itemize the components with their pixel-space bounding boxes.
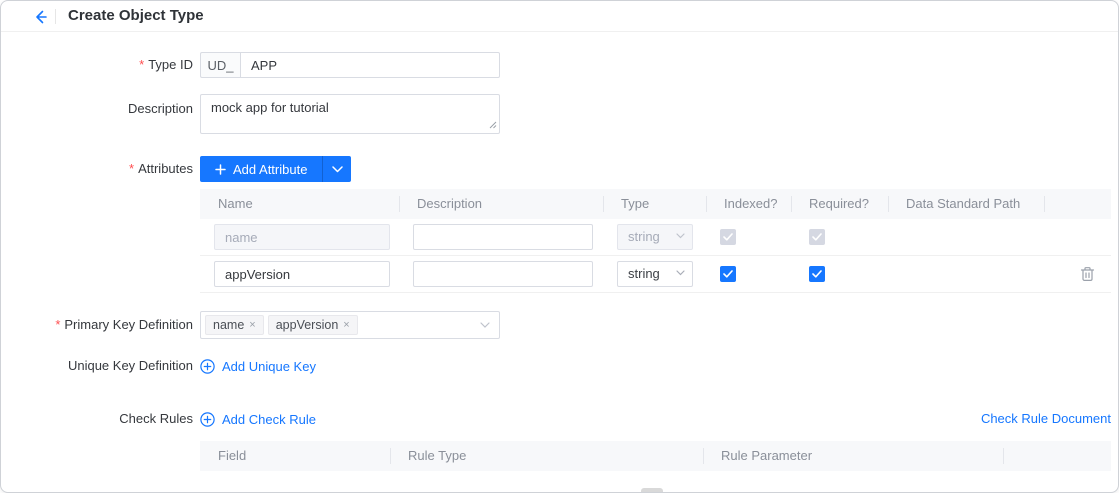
page-header: Create Object Type <box>1 1 1118 32</box>
required-checkbox <box>809 229 825 245</box>
chevron-down-icon <box>480 322 490 329</box>
check-icon <box>723 233 733 241</box>
attribute-type-select[interactable]: string <box>617 261 693 287</box>
attribute-description-input[interactable] <box>413 261 593 287</box>
selected-tag: name × <box>205 315 264 335</box>
attributes-table: Name Description Type Indexed? Required?… <box>200 189 1111 293</box>
tag-remove-icon[interactable]: × <box>249 320 255 331</box>
add-attribute-dropdown-button: Add Attribute <box>200 156 351 182</box>
column-header-rule-parameter: Rule Parameter <box>703 441 1003 471</box>
arrow-left-icon <box>32 9 48 25</box>
description-textarea[interactable]: mock app for tutorial <box>200 94 500 134</box>
description-label: Description <box>1 96 193 122</box>
column-header-required: Required? <box>791 189 888 219</box>
add-attribute-dropdown-toggle[interactable] <box>322 156 351 182</box>
primary-key-label: *Primary Key Definition <box>1 311 193 339</box>
header-divider <box>55 9 56 24</box>
type-id-label: *Type ID <box>1 52 193 78</box>
plus-circle-icon <box>200 359 215 374</box>
unique-key-label: Unique Key Definition <box>1 353 193 379</box>
scrollbar-thumb[interactable] <box>641 488 663 493</box>
description-field-wrap: mock app for tutorial <box>200 94 500 134</box>
column-header-actions <box>1003 441 1111 471</box>
check-rule-document-link[interactable]: Check Rule Document <box>981 406 1111 432</box>
primary-key-multiselect[interactable]: name × appVersion × <box>200 311 500 339</box>
indexed-checkbox[interactable] <box>720 266 736 282</box>
check-rules-table-header: Field Rule Type Rule Parameter <box>200 441 1111 471</box>
check-icon <box>812 233 822 241</box>
required-mark: * <box>139 57 144 72</box>
type-id-input[interactable] <box>240 52 500 78</box>
column-header-rule-type: Rule Type <box>390 441 703 471</box>
column-header-data-standard-path: Data Standard Path <box>888 189 1044 219</box>
page-title: Create Object Type <box>68 1 204 31</box>
attributes-label: *Attributes <box>1 156 193 182</box>
attribute-row-name: string <box>200 219 1111 256</box>
chevron-down-icon <box>676 233 685 239</box>
column-header-field: Field <box>200 441 390 471</box>
selected-tag: appVersion × <box>268 315 358 335</box>
back-button[interactable] <box>31 8 49 26</box>
chevron-down-icon <box>332 166 343 173</box>
attribute-name-input <box>214 224 390 250</box>
attribute-type-select: string <box>617 224 693 250</box>
create-object-type-window: Create Object Type *Type ID UD_ Descript… <box>0 0 1119 493</box>
indexed-checkbox <box>720 229 736 245</box>
plus-circle-icon <box>200 412 215 427</box>
trash-icon <box>1080 266 1095 282</box>
check-icon <box>812 270 822 278</box>
add-attribute-button[interactable]: Add Attribute <box>200 156 322 182</box>
check-rules-table: Field Rule Type Rule Parameter <box>200 441 1111 471</box>
add-check-rule-link[interactable]: Add Check Rule <box>200 406 316 432</box>
check-rules-label: Check Rules <box>1 406 193 432</box>
column-header-type: Type <box>603 189 706 219</box>
column-header-description: Description <box>399 189 603 219</box>
type-id-prefix-addon: UD_ <box>200 52 240 78</box>
delete-attribute-button[interactable] <box>1080 266 1095 282</box>
attribute-name-input[interactable] <box>214 261 390 287</box>
column-header-name: Name <box>200 189 399 219</box>
type-id-input-group: UD_ <box>200 52 500 78</box>
required-mark: * <box>129 161 134 176</box>
tag-remove-icon[interactable]: × <box>343 320 349 331</box>
required-mark: * <box>55 317 60 332</box>
column-header-indexed: Indexed? <box>706 189 791 219</box>
attribute-description-input[interactable] <box>413 224 593 250</box>
attributes-table-header: Name Description Type Indexed? Required?… <box>200 189 1111 219</box>
check-icon <box>723 270 733 278</box>
add-unique-key-link[interactable]: Add Unique Key <box>200 353 316 379</box>
required-checkbox[interactable] <box>809 266 825 282</box>
column-header-actions <box>1044 189 1111 219</box>
plus-icon <box>215 164 226 175</box>
attribute-row-appversion: string <box>200 256 1111 293</box>
chevron-down-icon <box>676 270 685 276</box>
